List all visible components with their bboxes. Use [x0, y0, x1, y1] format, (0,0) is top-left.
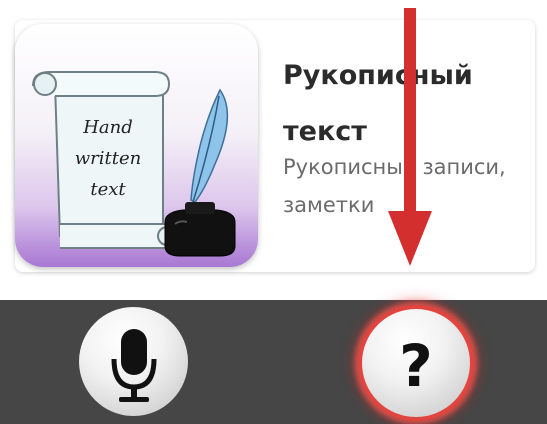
help-button[interactable]: ? — [358, 305, 474, 421]
help-label: ? — [399, 332, 433, 400]
icon-caption-line: Hand — [83, 117, 133, 138]
icon-caption: Hand written text — [63, 112, 153, 205]
question-mark-icon: ? — [399, 332, 433, 400]
down-arrow-annotation — [388, 8, 432, 266]
app-card-handwritten-text[interactable]: Hand written text Рукописный текст Рукоп… — [15, 20, 535, 272]
microphone-icon — [111, 329, 157, 402]
bottom-toolbar: ? — [0, 300, 547, 424]
handwritten-app-icon[interactable]: Hand written text — [15, 24, 258, 267]
icon-caption-line: text — [90, 179, 126, 200]
icon-caption-line: written — [74, 148, 142, 169]
content-area: Hand written text Рукописный текст Рукоп… — [0, 0, 547, 300]
microphone-button[interactable] — [79, 307, 188, 416]
